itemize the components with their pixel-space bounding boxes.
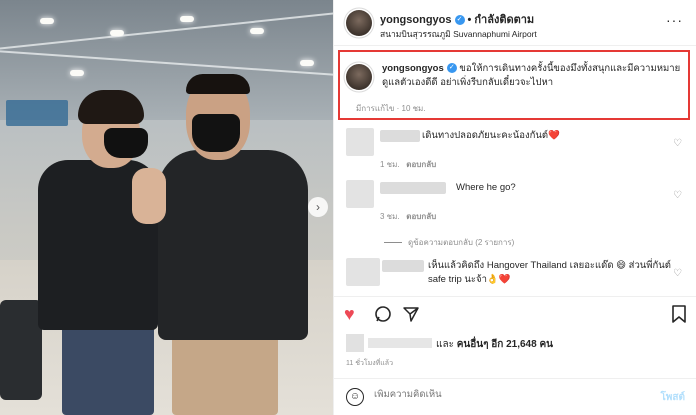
next-photo-button[interactable]: › [308, 197, 328, 217]
commenter-name-blurred[interactable] [380, 182, 446, 194]
luggage [0, 300, 42, 400]
commenter-name-blurred[interactable] [382, 260, 424, 272]
person-left-mask [104, 128, 148, 158]
ceiling-light [40, 18, 54, 24]
post-location[interactable]: สนามบินสุวรรณภูมิ Suvannaphumi Airport [380, 27, 537, 41]
bookmark-icon[interactable] [671, 305, 687, 326]
comment-input-row: ☺ โพสต์ [334, 378, 696, 415]
ceiling-light [250, 28, 264, 34]
reply-link[interactable]: ตอบกลับ [406, 160, 436, 169]
instagram-post-view: › yongsongyos ✓ • กำลังติดตาม สนามบินสุวรรณ… [0, 0, 696, 415]
comment-icon[interactable] [374, 305, 392, 326]
comment-text: Where he go? [456, 182, 516, 193]
commenter-avatar-blurred[interactable] [346, 258, 380, 286]
comment-time: 3 ชม. [380, 212, 400, 221]
liker-name-blurred [368, 338, 432, 348]
verified-badge-icon: ✓ [454, 15, 465, 26]
person-right-hair [186, 74, 250, 94]
comment-time: 1 ชม. [380, 160, 400, 169]
comment-like-icon[interactable]: ♡ [673, 190, 682, 201]
peace-sign-hand [132, 168, 166, 224]
commenter-avatar-blurred[interactable] [346, 180, 374, 208]
ceiling-light [70, 70, 84, 76]
separator-dot: • [467, 14, 472, 26]
ceiling-light [300, 60, 314, 66]
post-header: yongsongyos ✓ • กำลังติดตาม สนามบินสุวรรณภู… [334, 0, 696, 46]
person-right-shirt [158, 150, 308, 340]
commenter-avatar-blurred[interactable] [346, 128, 374, 156]
liker-avatar-blurred [346, 334, 364, 352]
share-icon[interactable] [402, 305, 420, 326]
comment-like-icon[interactable]: ♡ [673, 138, 682, 149]
comment-text: เดินทางปลอดภัยนะคะน้องกันต์❤️ [422, 130, 560, 141]
following-button[interactable]: กำลังติดตาม [474, 14, 534, 26]
comment-like-icon[interactable]: ♡ [673, 268, 682, 279]
author-avatar[interactable] [346, 10, 372, 36]
person-right-trousers [172, 330, 278, 415]
view-replies-link[interactable]: ดูข้อความตอบกลับ (2 รายการ) [384, 236, 514, 249]
likes-count[interactable]: คนอื่นๆ อีก 21,648 คน [457, 339, 553, 350]
likes-summary[interactable]: และ คนอื่นๆ อีก 21,648 คน [346, 334, 686, 354]
heart-icon[interactable]: ♥ [344, 305, 355, 323]
more-options-icon[interactable]: ··· [666, 12, 683, 28]
airport-sign [6, 100, 68, 126]
comment-input[interactable] [374, 389, 624, 400]
author-username[interactable]: yongsongyos [380, 14, 452, 26]
commenter-name-blurred[interactable] [380, 130, 420, 142]
post-time: 11 ชั่วโมงที่แล้ว [346, 360, 394, 367]
chevron-right-icon: › [316, 200, 320, 214]
person-right-mask [192, 114, 240, 152]
person-left-hair [78, 90, 144, 124]
ceiling-light [180, 16, 194, 22]
action-bar: ♥ [334, 296, 696, 332]
likes-prefix: และ [436, 339, 454, 350]
comment-text: เห็นแล้วคิดถึง Hangover Thailand เลยอะแด… [428, 260, 671, 285]
header-title-row: yongsongyos ✓ • กำลังติดตาม [380, 10, 534, 28]
likes-text: และ คนอื่นๆ อีก 21,648 คน [436, 337, 553, 352]
post-comment-button[interactable]: โพสต์ [660, 390, 685, 405]
caption-highlight-box [338, 50, 690, 120]
emoji-icon[interactable]: ☺ [346, 388, 364, 406]
ceiling-light [110, 30, 124, 36]
reply-link[interactable]: ตอบกลับ [406, 212, 436, 221]
post-photo[interactable]: › [0, 0, 333, 415]
